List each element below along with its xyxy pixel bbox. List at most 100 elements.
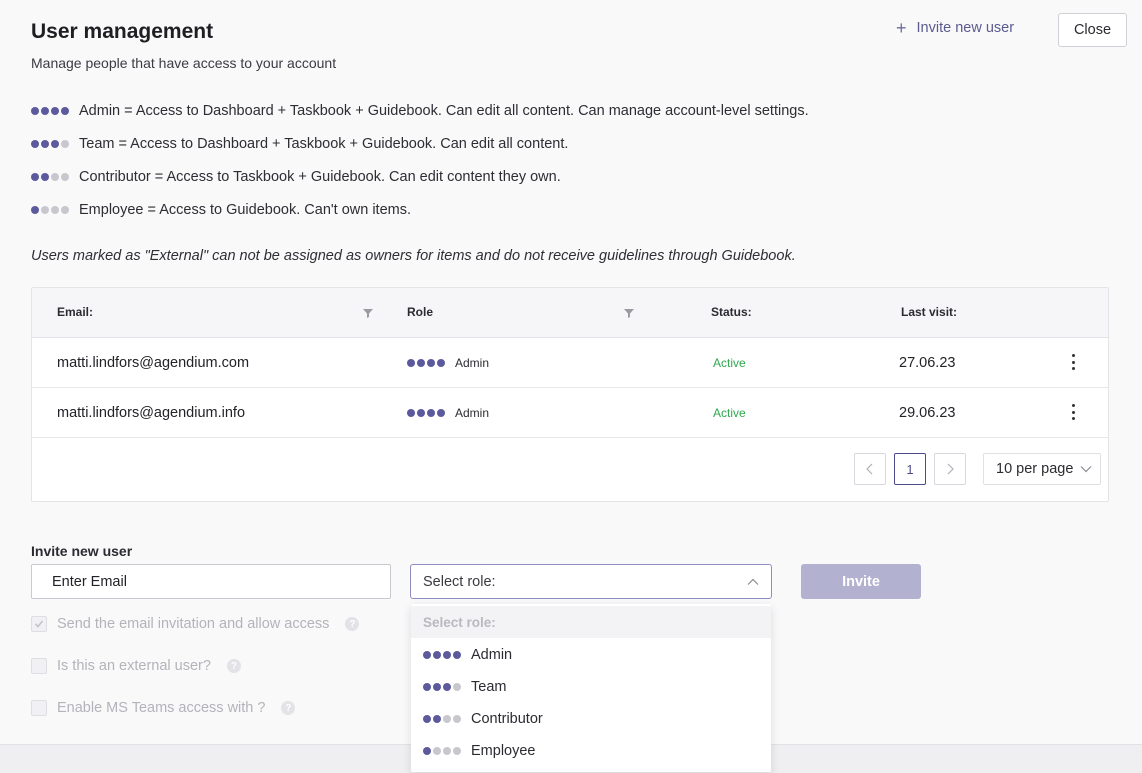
role-dot-filled — [407, 409, 415, 417]
dropdown-item-team[interactable]: Team — [411, 671, 771, 703]
chevron-left-icon — [866, 463, 873, 475]
users-table: Email: Role Status: Last visit: matti.li… — [31, 287, 1109, 502]
role-dot-empty — [61, 206, 69, 214]
row-menu-icon[interactable] — [1069, 351, 1077, 373]
ms-teams-option[interactable]: Enable MS Teams access with ? ? — [31, 700, 296, 716]
page-number-button[interactable]: 1 — [894, 453, 926, 485]
dropdown-item-label: Team — [471, 679, 507, 695]
role-level-dots — [423, 651, 461, 659]
send-invitation-option[interactable]: Send the email invitation and allow acce… — [31, 616, 360, 632]
role-legend-text: Employee = Access to Guidebook. Can't ow… — [79, 202, 412, 218]
role-dot-filled — [433, 715, 441, 723]
email-filter-icon[interactable] — [362, 307, 374, 319]
page-title: User management — [31, 20, 214, 43]
external-users-note: Users marked as "External" can not be as… — [31, 248, 796, 264]
external-user-checkbox[interactable] — [31, 658, 47, 674]
invite-new-user-link[interactable]: + Invite new user — [896, 19, 1014, 37]
role-dot-empty — [51, 173, 59, 181]
role-level-dots — [31, 206, 69, 214]
ms-teams-checkbox[interactable] — [31, 700, 47, 716]
row-menu-icon[interactable] — [1069, 401, 1077, 423]
role-dot-filled — [433, 683, 441, 691]
role-level-dots — [407, 409, 445, 417]
per-page-select[interactable]: 10 per page — [983, 453, 1101, 485]
role-level-dots — [423, 747, 461, 755]
role-level-dots — [31, 173, 69, 181]
plus-icon: + — [896, 18, 907, 38]
chevron-up-icon — [747, 578, 759, 585]
role-legend-admin: Admin = Access to Dashboard + Taskbook +… — [31, 103, 809, 119]
dropdown-item-label: Employee — [471, 743, 536, 759]
help-icon[interactable]: ? — [226, 659, 241, 673]
user-role-label: Admin — [455, 356, 490, 370]
role-legend-text: Team = Access to Dashboard + Taskbook + … — [79, 136, 569, 152]
column-header-role: Role — [407, 305, 434, 319]
help-icon[interactable]: ? — [281, 701, 296, 715]
invite-new-user-label: Invite new user — [916, 20, 1015, 36]
last-visit-date: 27.06.23 — [899, 355, 956, 371]
role-dropdown-menu: Select role: Admin Team Contributor Empl… — [411, 604, 771, 772]
role-level-dots — [31, 107, 69, 115]
role-dot-filled — [423, 683, 431, 691]
send-invitation-label: Send the email invitation and allow acce… — [57, 616, 330, 632]
role-dot-filled — [407, 359, 415, 367]
send-invitation-checkbox[interactable] — [31, 616, 47, 632]
prev-page-button[interactable] — [854, 453, 886, 485]
role-level-dots — [407, 359, 445, 367]
role-dot-empty — [51, 206, 59, 214]
column-header-email: Email: — [57, 305, 94, 319]
column-header-status: Status: — [711, 305, 752, 319]
role-dot-filled — [41, 107, 49, 115]
role-dot-filled — [443, 651, 451, 659]
role-dot-filled — [423, 715, 431, 723]
role-dot-empty — [61, 140, 69, 148]
role-dot-filled — [437, 409, 445, 417]
dropdown-item-admin[interactable]: Admin — [411, 639, 771, 671]
role-level-dots — [423, 715, 461, 723]
dropdown-item-contributor[interactable]: Contributor — [411, 703, 771, 735]
role-dot-filled — [443, 683, 451, 691]
role-dot-filled — [427, 409, 435, 417]
page-subtitle: Manage people that have access to your a… — [31, 55, 337, 71]
role-dot-filled — [417, 359, 425, 367]
role-level-dots — [423, 683, 461, 691]
role-select-value: Select role: — [423, 573, 496, 590]
dropdown-item-label: Contributor — [471, 711, 543, 727]
role-filter-icon[interactable] — [623, 307, 635, 319]
invite-button[interactable]: Invite — [801, 564, 921, 599]
role-legend-employee: Employee = Access to Guidebook. Can't ow… — [31, 202, 411, 218]
role-dot-filled — [453, 651, 461, 659]
role-dot-filled — [51, 107, 59, 115]
table-row[interactable]: matti.lindfors@agendium.com Admin Active… — [32, 338, 1108, 388]
next-page-button[interactable] — [934, 453, 966, 485]
role-dot-filled — [417, 409, 425, 417]
last-visit-date: 29.06.23 — [899, 405, 956, 421]
dropdown-item-employee[interactable]: Employee — [411, 735, 771, 767]
role-dot-empty — [443, 715, 451, 723]
role-level-dots — [31, 140, 69, 148]
role-dot-filled — [61, 107, 69, 115]
role-dot-filled — [423, 747, 431, 755]
status-badge: Active — [713, 406, 746, 420]
ms-teams-label: Enable MS Teams access with ? — [57, 700, 266, 716]
role-dot-filled — [31, 140, 39, 148]
role-dot-filled — [437, 359, 445, 367]
role-dot-filled — [41, 173, 49, 181]
role-dot-empty — [453, 683, 461, 691]
dropdown-header: Select role: — [411, 606, 771, 638]
dropdown-item-label: Admin — [471, 647, 513, 663]
role-dot-filled — [31, 173, 39, 181]
role-dot-empty — [61, 173, 69, 181]
chevron-right-icon — [947, 463, 954, 475]
external-user-option[interactable]: Is this an external user? ? — [31, 658, 241, 674]
close-button[interactable]: Close — [1058, 13, 1127, 47]
user-role: Admin — [407, 356, 489, 370]
role-select[interactable]: Select role: — [410, 564, 772, 599]
role-dot-filled — [51, 140, 59, 148]
email-field[interactable] — [31, 564, 391, 599]
table-row[interactable]: matti.lindfors@agendium.info Admin Activ… — [32, 388, 1108, 438]
user-email: matti.lindfors@agendium.com — [57, 355, 250, 371]
role-dot-filled — [31, 107, 39, 115]
role-dot-empty — [443, 747, 451, 755]
help-icon[interactable]: ? — [345, 617, 360, 631]
